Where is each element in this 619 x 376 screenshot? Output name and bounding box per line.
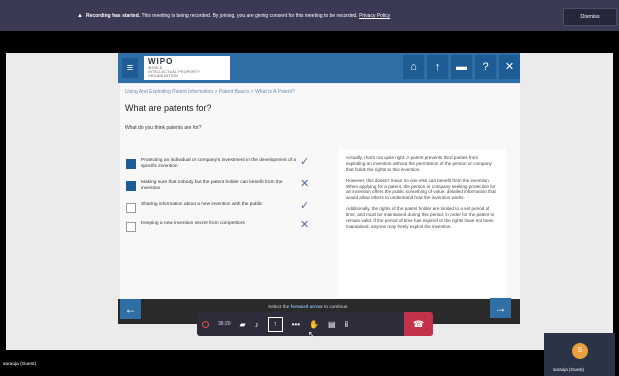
option-checkbox[interactable] xyxy=(126,159,136,169)
course-navbar: ≡ WIPO WORLD INTELLECTUAL PROPERTY ORGAN… xyxy=(118,53,520,83)
back-arrow-icon[interactable]: ← xyxy=(120,299,141,319)
question-text: What do you think patents are for? xyxy=(125,125,202,131)
option-checkbox[interactable] xyxy=(126,203,136,213)
option-label: Making sure that nobody but the patent h… xyxy=(141,180,283,191)
option-checkbox[interactable] xyxy=(126,222,136,232)
cross-icon: ✕ xyxy=(300,178,310,190)
close-icon[interactable]: ✕ xyxy=(499,55,520,79)
participants-icon[interactable]: ⅱ xyxy=(345,320,349,329)
feedback-paragraph: However, this doesn't mean no one else c… xyxy=(346,177,496,201)
top-black-strip xyxy=(0,31,619,53)
check-icon: ✓ xyxy=(300,200,310,212)
warning-icon: ▲ xyxy=(77,13,83,19)
chat-icon[interactable]: ▤ xyxy=(328,320,336,329)
option-4[interactable]: Keeping a new invention secret from comp… xyxy=(126,219,326,236)
participant-tile-name: saraoja (Guest) xyxy=(553,367,585,372)
logo-line3: ORGANIZATION xyxy=(148,74,178,78)
participant-name-left: saraoja (Guest) xyxy=(3,362,37,367)
home-icon[interactable]: ⌂ xyxy=(403,55,424,79)
forward-hint: Select the forward arrow to continue xyxy=(268,305,347,310)
option-1[interactable]: Protecting an individual or company's in… xyxy=(126,156,326,173)
logo-name: WIPO xyxy=(148,57,174,66)
mouse-cursor-icon: ↖ xyxy=(308,330,315,339)
shared-slide: ≡ WIPO WORLD INTELLECTUAL PROPERTY ORGAN… xyxy=(6,53,613,350)
wipo-logo: WIPO WORLD INTELLECTUAL PROPERTY ORGANIZ… xyxy=(144,56,230,80)
privacy-policy-link[interactable]: Privacy Policy xyxy=(359,13,390,19)
hang-up-icon[interactable]: ☎ xyxy=(404,312,433,336)
page-title: What are patents for? xyxy=(125,103,212,113)
cross-icon: ✕ xyxy=(300,219,310,231)
camera-icon[interactable]: ▰ xyxy=(240,320,246,329)
feedback-paragraph: Additionally, the rights of the patent h… xyxy=(346,206,495,229)
more-icon[interactable]: ••• xyxy=(292,320,300,329)
feedback-paragraph: Actually, that's not quite right. A pate… xyxy=(346,155,492,172)
recording-icon xyxy=(202,320,209,328)
folder-icon[interactable]: ▬ xyxy=(451,55,472,79)
option-3[interactable]: Sharing information about a new inventio… xyxy=(126,200,326,217)
forward-arrow-icon[interactable]: → xyxy=(490,298,511,318)
raise-hand-icon[interactable]: ✋ xyxy=(309,320,319,329)
hint-suffix: to continue xyxy=(322,305,348,310)
share-screen-icon[interactable]: ↑ xyxy=(267,316,283,332)
participant-tile[interactable]: S saraoja (Guest) xyxy=(544,333,615,376)
option-label: Keeping a new invention secret from comp… xyxy=(141,221,245,226)
bottom-black-strip xyxy=(0,350,619,376)
option-checkbox[interactable] xyxy=(126,181,136,191)
hint-prefix: Select the xyxy=(268,305,291,310)
meeting-toolbar: 36:20 ▰ ♪ ↑ ••• ✋ ▤ ⅱ ☎ xyxy=(197,312,433,336)
option-label: Sharing information about a new inventio… xyxy=(141,202,263,207)
slide-content: Using And Exploiting Patent Information … xyxy=(120,84,520,299)
menu-icon[interactable]: ≡ xyxy=(122,58,138,78)
breadcrumb: Using And Exploiting Patent Information … xyxy=(125,89,295,95)
option-label: Protecting an individual or company's in… xyxy=(141,158,297,169)
recording-banner: ▲ Recording has started. This meeting is … xyxy=(0,0,619,31)
dismiss-button[interactable]: Dismiss xyxy=(563,8,617,26)
recording-message-text: This meeting is being recorded. By joini… xyxy=(140,13,360,19)
recording-bold-text: Recording has started. xyxy=(85,13,141,19)
nav-icons: ⌂ ↑ ▬ ? ✕ xyxy=(403,55,520,81)
option-2[interactable]: Making sure that nobody but the patent h… xyxy=(126,178,326,195)
meeting-timer: 36:20 xyxy=(218,321,231,327)
recording-message: ▲ Recording has started. This meeting is … xyxy=(77,13,390,19)
check-icon: ✓ xyxy=(300,156,310,168)
feedback-panel: Actually, that's not quite right. A pate… xyxy=(338,149,506,297)
arrow-up-icon[interactable]: ↑ xyxy=(427,55,448,79)
hint-bold: forward arrow xyxy=(290,305,323,310)
avatar: S xyxy=(572,343,588,359)
help-icon[interactable]: ? xyxy=(475,55,496,79)
microphone-icon[interactable]: ♪ xyxy=(255,320,259,329)
